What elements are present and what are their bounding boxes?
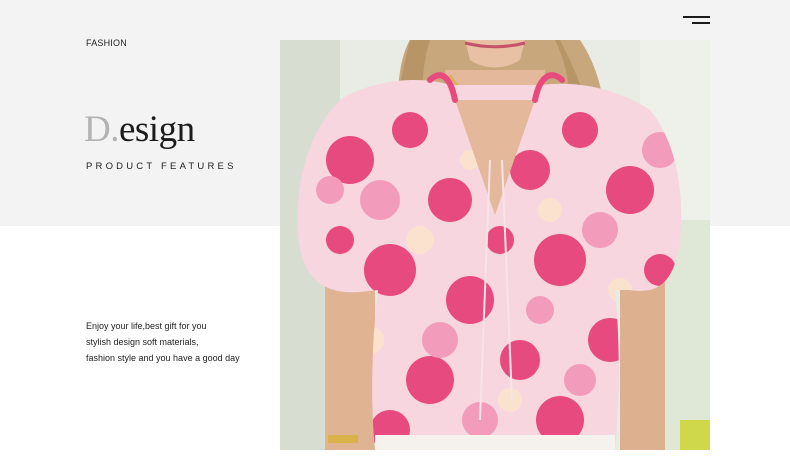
product-photo [280, 40, 710, 450]
design-title-rest: esign [118, 109, 195, 150]
design-title: D.esign [84, 108, 195, 152]
description-text: Enjoy your life,best gift for you stylis… [86, 318, 240, 366]
description-line: Enjoy your life,best gift for you [86, 321, 207, 331]
product-features-subtitle: PRODUCT FEATURES [86, 161, 237, 172]
menu-line [683, 16, 710, 18]
design-title-initial: D. [84, 109, 119, 150]
menu-line [692, 22, 710, 24]
fashion-kicker: FASHION [86, 38, 127, 48]
hamburger-menu-icon[interactable] [683, 15, 710, 27]
description-line: stylish design soft materials, [86, 337, 199, 347]
description-line: fashion style and you have a good day [86, 353, 240, 363]
